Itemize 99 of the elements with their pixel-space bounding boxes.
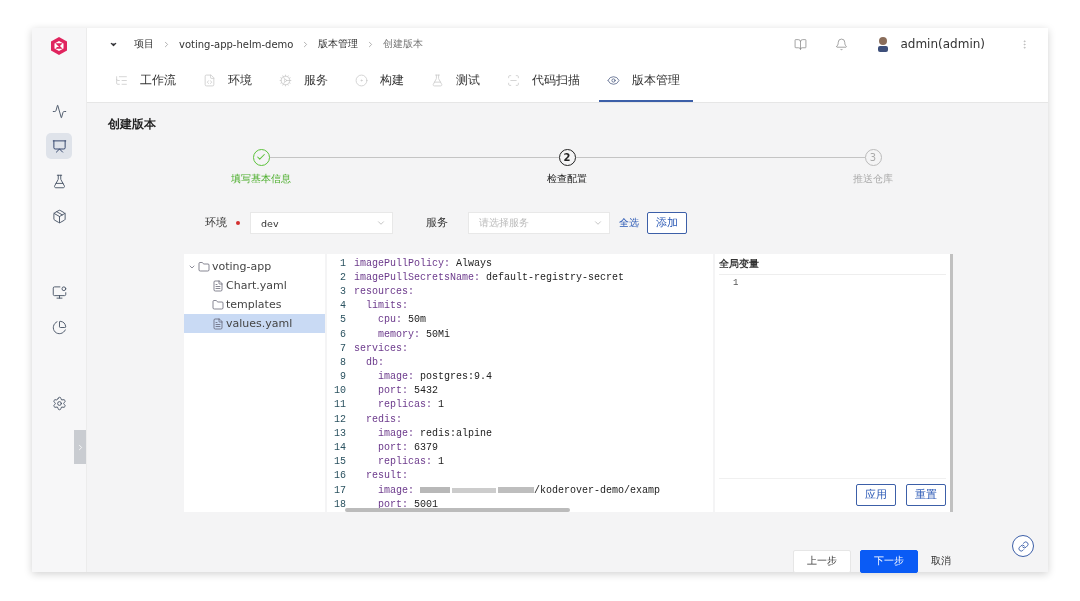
file-icon (212, 317, 224, 330)
code-file-icon (203, 73, 216, 87)
nav-tab[interactable]: 版本管理 (599, 60, 693, 102)
circle-icon (355, 73, 368, 87)
code-line: limits: (365, 300, 408, 312)
settings-icon (51, 395, 67, 411)
chevron-right-icon (162, 39, 171, 49)
code-line: image: postgres:9.4 (377, 371, 493, 383)
line-number: 1 (339, 257, 346, 269)
check-icon (256, 152, 266, 162)
line-number: 11 (333, 399, 346, 411)
code-line: replicas: 1 (377, 399, 445, 411)
code-line: replicas: 1 (377, 456, 445, 468)
line-number: 13 (333, 427, 346, 439)
book-icon[interactable] (794, 37, 808, 51)
scrollbar[interactable] (345, 508, 570, 512)
code-line: memory: 50Mi (377, 328, 451, 340)
bell-icon[interactable] (835, 37, 849, 51)
environment-select[interactable]: dev (250, 212, 393, 234)
footer-button[interactable]: 下一步 (860, 550, 918, 573)
scan-icon (507, 73, 520, 87)
line-number: 5 (339, 314, 346, 326)
line-number: 16 (333, 470, 346, 482)
sidebar-item[interactable] (46, 133, 72, 159)
code-line: cpu: 50m (377, 314, 427, 326)
panel-button[interactable]: 应用 (856, 484, 896, 506)
code-line: result: (365, 470, 408, 482)
page-title: 创建版本 (108, 117, 157, 132)
code-line: port: 5432 (377, 385, 439, 397)
flask-icon (431, 73, 444, 87)
line-number: 9 (339, 371, 346, 383)
file-tree-item[interactable]: templates (184, 295, 325, 314)
line-number: 6 (339, 328, 346, 340)
field-label: 环境 (205, 216, 227, 230)
line-number: 15 (333, 456, 346, 468)
footer-button[interactable]: 取消 (927, 550, 955, 573)
select-all-link[interactable]: 全选 (619, 216, 639, 230)
breadcrumb-item[interactable]: 创建版本 (383, 37, 424, 51)
footer-button[interactable]: 上一步 (793, 550, 851, 573)
folder-icon (198, 260, 210, 273)
line-number: 4 (339, 300, 346, 312)
step-label: 填写基本信息 (231, 172, 291, 186)
nav-tab[interactable]: 测试 (423, 60, 493, 102)
line-number: 18 (333, 498, 346, 510)
pulse-icon (51, 103, 67, 119)
step-label: 推送仓库 (853, 172, 893, 186)
line-number: 2 (339, 271, 346, 283)
pie-chart-icon (51, 319, 67, 335)
eye-icon (607, 73, 620, 87)
file-tree-item[interactable]: Chart.yaml (184, 276, 325, 295)
line-number: 17 (333, 484, 346, 496)
nav-tab[interactable]: 工作流 (107, 60, 189, 102)
folder-icon (212, 298, 224, 311)
code-line: port: 6379 (377, 442, 439, 454)
monitor-icon (51, 284, 67, 300)
code-line: redis: (365, 413, 402, 425)
add-button[interactable]: 添加 (647, 212, 687, 234)
flask-icon (51, 173, 67, 189)
user-name[interactable]: admin(admin) (900, 37, 985, 51)
package-icon (51, 208, 67, 224)
chevron-down-icon (376, 218, 386, 228)
list-tree-icon (115, 73, 128, 87)
line-number: 12 (333, 413, 346, 425)
breadcrumb-item[interactable]: 版本管理 (318, 37, 359, 51)
logo-icon[interactable] (49, 36, 69, 56)
link-button[interactable] (1012, 535, 1034, 557)
gear-icon (279, 73, 292, 87)
file-tree-item[interactable]: voting-app (184, 257, 325, 276)
code-line: image: (377, 484, 415, 496)
line-number: 14 (333, 442, 346, 454)
code-line: resources: (354, 285, 414, 297)
breadcrumb-item[interactable]: 项目 (134, 37, 154, 51)
nav-tab[interactable]: 构建 (347, 60, 417, 102)
chevron-down-icon (593, 218, 603, 228)
line-number: 7 (339, 342, 346, 354)
code-line: image: redis:alpine (377, 427, 493, 439)
code-line: imagePullSecretsName: default-registry-secret (354, 271, 625, 283)
step-label: 检查配置 (547, 172, 587, 186)
code-line: services: (354, 342, 408, 354)
panel-button[interactable]: 重置 (906, 484, 946, 506)
line-number: 8 (339, 356, 346, 368)
link-icon (1017, 540, 1029, 552)
board-icon (51, 138, 67, 154)
file-icon (212, 279, 224, 292)
nav-tab[interactable]: 服务 (271, 60, 341, 102)
line-number: 1 (733, 278, 740, 288)
code-editor[interactable] (327, 254, 713, 512)
code-line: /koderover-demo/examp (534, 484, 661, 496)
line-number: 10 (333, 385, 346, 397)
field-label: 服务 (426, 216, 448, 230)
line-number: 3 (339, 285, 346, 297)
nav-tab[interactable]: 代码扫描 (499, 60, 593, 102)
nav-tab[interactable]: 环境 (195, 60, 265, 102)
breadcrumb-item[interactable]: voting-app-helm-demo (179, 38, 294, 50)
file-tree-item[interactable]: values.yaml (184, 314, 325, 333)
code-line: db: (365, 356, 384, 368)
code-line: imagePullPolicy: Always (354, 257, 493, 269)
code-line: port: 5001 (377, 498, 439, 510)
avatar-icon[interactable] (876, 36, 891, 52)
